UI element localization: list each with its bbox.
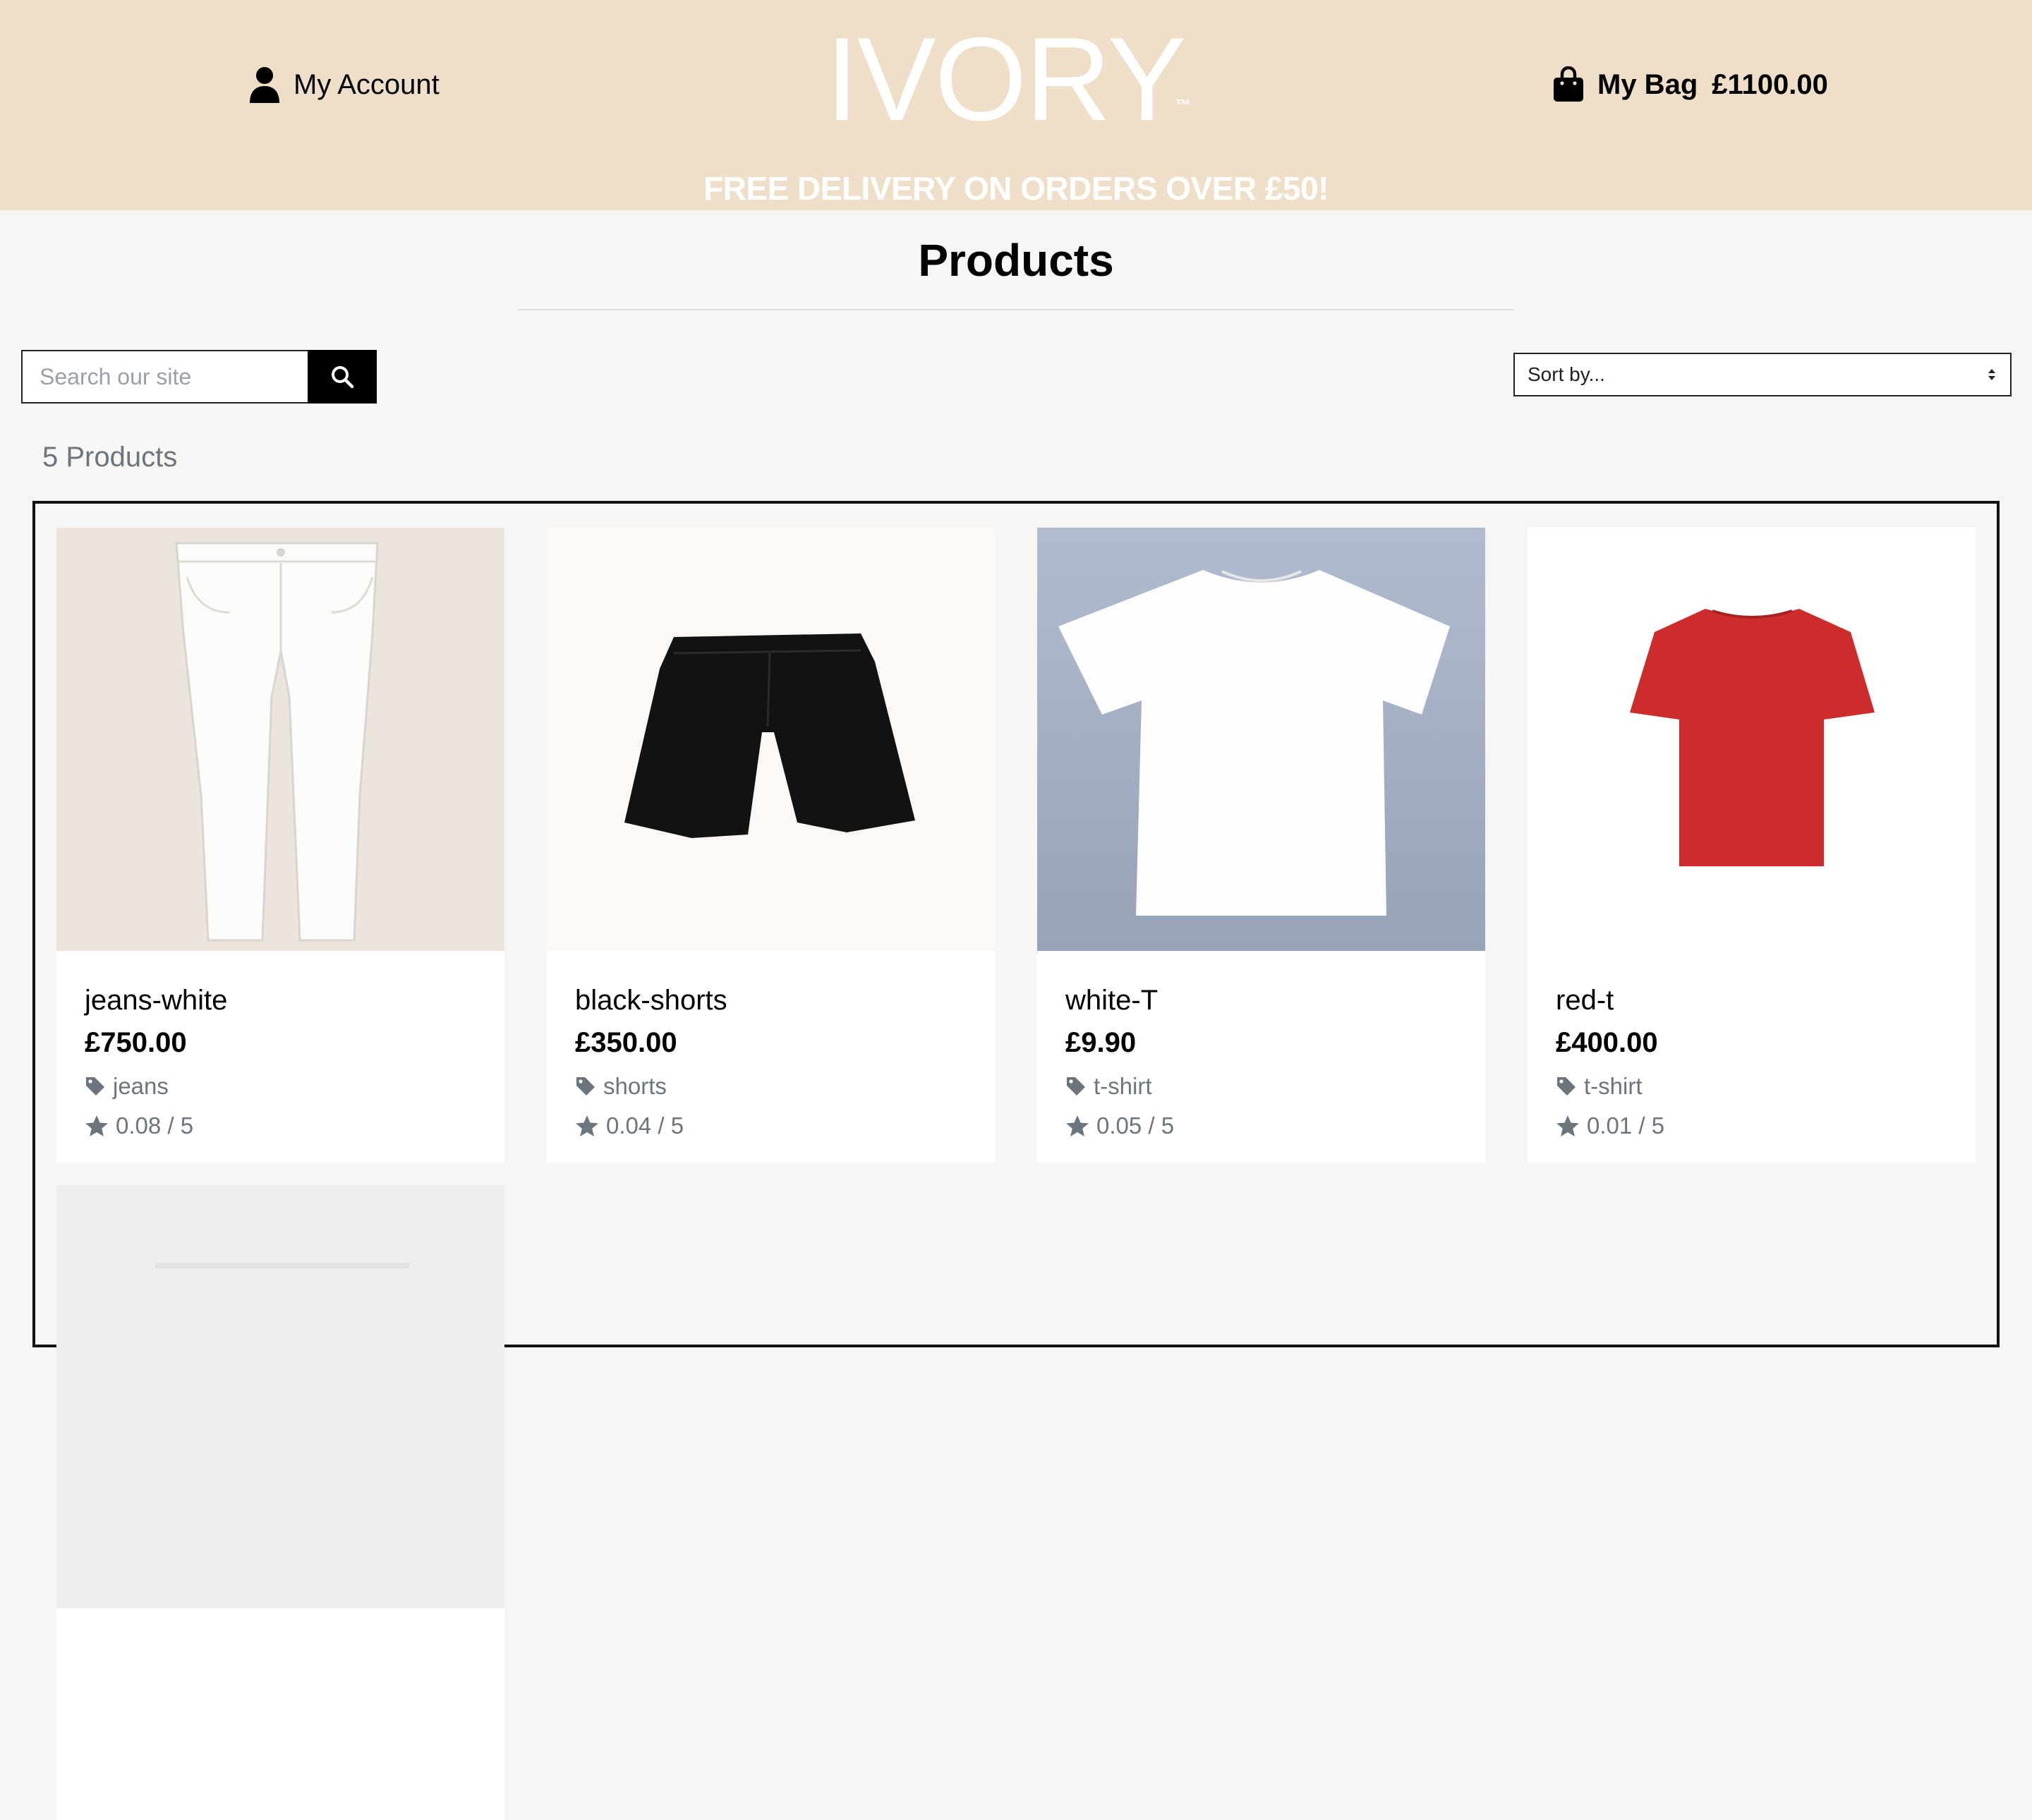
search-form [21, 350, 377, 404]
red-tshirt-image [1630, 609, 1875, 866]
product-card[interactable]: red-t £400.00 t-shirt 0.01 / 5 [1528, 528, 1976, 1163]
product-category-label: t-shirt [1584, 1073, 1643, 1099]
product-image-partial[interactable] [56, 1185, 504, 1608]
product-card[interactable] [56, 1185, 504, 1820]
user-icon [250, 67, 279, 103]
product-count: 5 Products [42, 442, 178, 473]
product-rating-value: 0.05 / 5 [1096, 1112, 1175, 1139]
product-category[interactable]: t-shirt [1065, 1072, 1457, 1100]
star-icon [1066, 1115, 1089, 1136]
white-tshirt-image [1058, 570, 1450, 916]
star-icon [1556, 1115, 1579, 1136]
site-header: My Account IVORY ™ My Bag £1100.00 FREE … [0, 0, 2032, 210]
product-card[interactable]: jeans-white £750.00 jeans 0.08 / 5 [56, 528, 504, 1163]
product-image-white-tshirt[interactable] [1037, 528, 1485, 951]
product-category[interactable]: jeans [85, 1072, 476, 1100]
delivery-banner: FREE DELIVERY ON ORDERS OVER £50! [703, 170, 1329, 207]
product-category-label: shorts [603, 1073, 667, 1099]
product-price: £9.90 [1065, 1027, 1137, 1058]
product-category[interactable]: shorts [575, 1072, 967, 1100]
trademark-mark: ™ [1175, 96, 1191, 114]
product-rating: 0.05 / 5 [1065, 1112, 1457, 1140]
product-name[interactable]: white-T [1065, 983, 1457, 1017]
black-shorts-image [624, 633, 915, 838]
product-price: £400.00 [1556, 1027, 1658, 1058]
product-rating-value: 0.04 / 5 [606, 1112, 684, 1139]
product-image-black-shorts[interactable] [547, 528, 995, 951]
sort-arrows-icon [1988, 369, 1995, 380]
product-rating-value: 0.08 / 5 [116, 1112, 194, 1139]
shopping-bag-icon [1554, 66, 1583, 102]
product-name[interactable]: black-shorts [575, 983, 967, 1017]
tag-icon [1557, 1077, 1576, 1096]
product-rating: 0.01 / 5 [1556, 1112, 1947, 1140]
search-button[interactable] [308, 350, 377, 404]
product-image-placeholder [155, 1263, 409, 1268]
product-rating-value: 0.01 / 5 [1587, 1112, 1665, 1139]
product-grid: jeans-white £750.00 jeans 0.08 / 5 black… [32, 501, 2000, 1820]
product-image-white-jeans[interactable] [56, 528, 504, 951]
my-bag-label: My Bag [1597, 68, 1698, 100]
product-category-label: t-shirt [1094, 1073, 1152, 1099]
product-price: £750.00 [85, 1027, 187, 1058]
tag-icon [1067, 1077, 1085, 1096]
title-divider [518, 309, 1514, 310]
page-title: Products [918, 235, 1114, 286]
product-name[interactable]: red-t [1556, 983, 1947, 1017]
tag-icon [576, 1077, 595, 1096]
product-rating: 0.08 / 5 [85, 1112, 476, 1140]
bag-total: £1100.00 [1712, 68, 1828, 100]
search-input[interactable] [21, 350, 308, 404]
product-category[interactable]: t-shirt [1556, 1072, 1947, 1100]
product-category-label: jeans [113, 1073, 169, 1099]
product-price: £350.00 [575, 1027, 677, 1058]
site-logo[interactable]: IVORY [826, 20, 1187, 138]
product-rating: 0.04 / 5 [575, 1112, 967, 1140]
star-icon [85, 1115, 108, 1136]
sort-select-value: Sort by... [1528, 363, 1605, 385]
tag-icon [86, 1077, 104, 1096]
sort-select[interactable]: Sort by... [1513, 353, 2012, 396]
my-account-link[interactable]: My Account [248, 65, 440, 104]
product-card[interactable]: black-shorts £350.00 shorts 0.04 / 5 [547, 528, 995, 1163]
my-account-label: My Account [294, 68, 440, 100]
my-bag-link[interactable]: My Bag £1100.00 [1552, 65, 1828, 104]
product-image-red-tshirt[interactable] [1528, 528, 1976, 951]
search-icon [332, 366, 354, 389]
product-card[interactable]: white-T £9.90 t-shirt 0.05 / 5 [1037, 528, 1485, 1163]
star-icon [576, 1115, 598, 1136]
white-jeans-image [175, 542, 379, 942]
product-name[interactable]: jeans-white [85, 983, 476, 1017]
